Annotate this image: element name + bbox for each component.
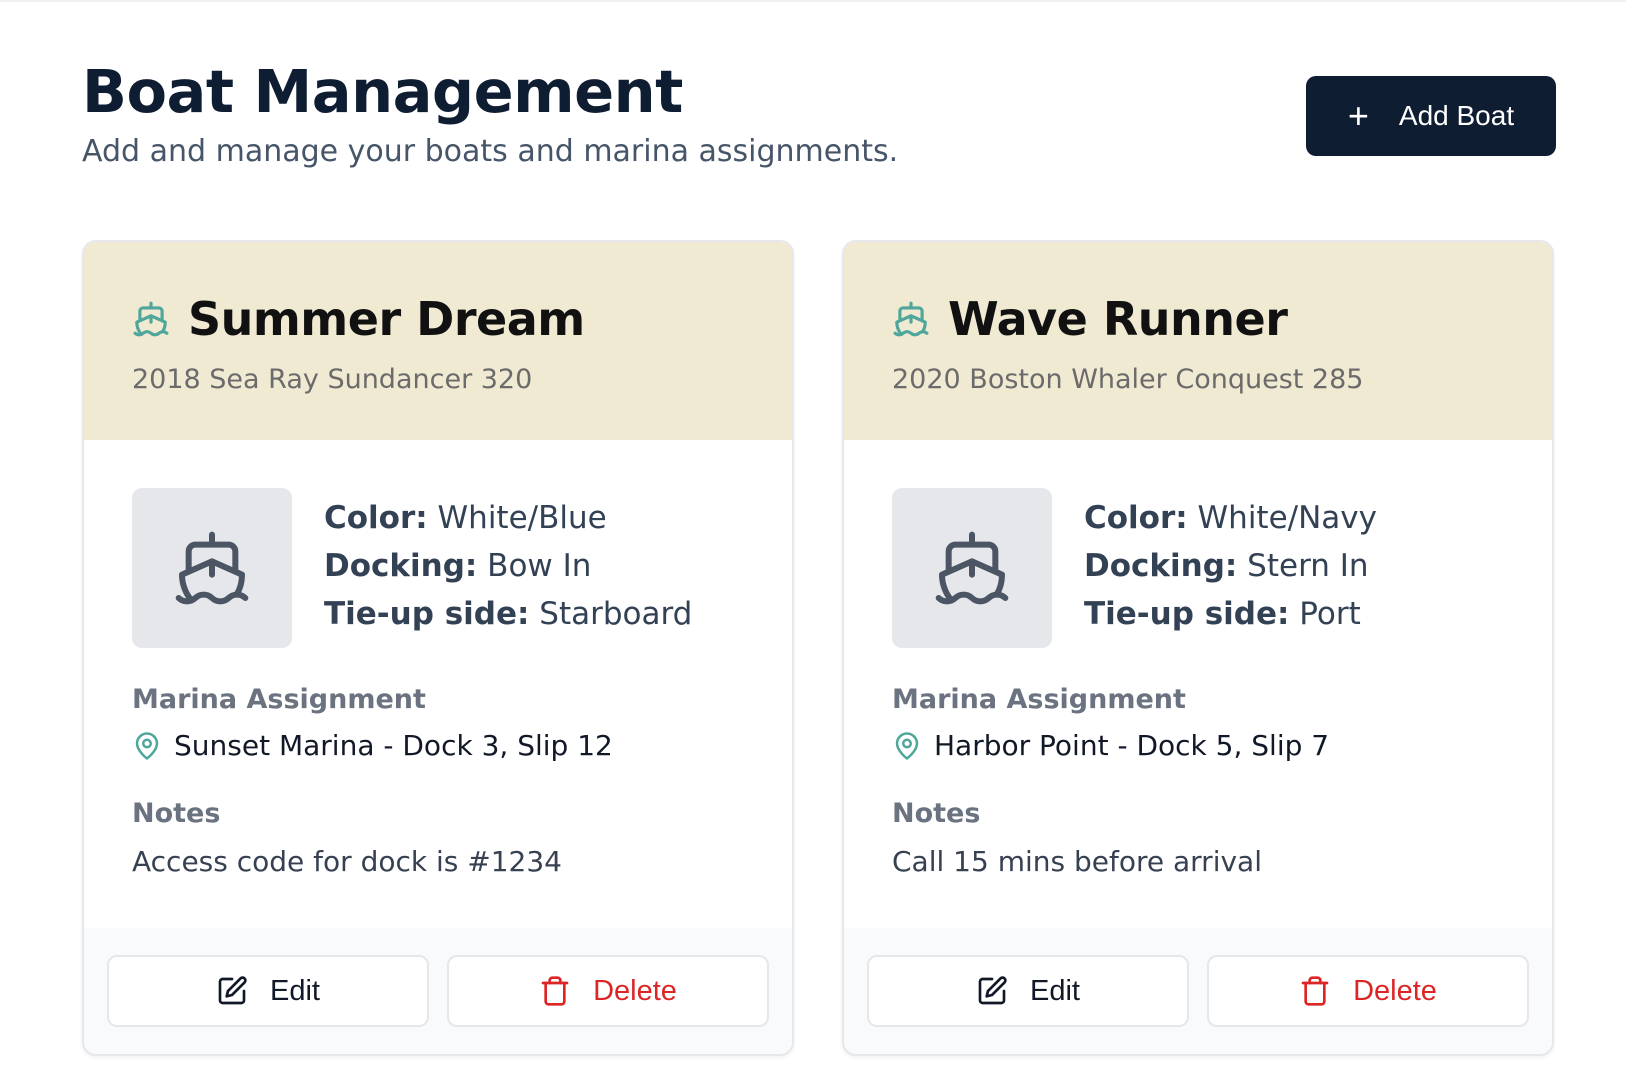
ship-icon bbox=[893, 301, 929, 337]
page-subtitle: Add and manage your boats and marina ass… bbox=[82, 134, 899, 169]
edit-icon bbox=[218, 976, 247, 1005]
spec-color: Color: White/Blue bbox=[324, 500, 607, 536]
boat-card-body: Color: White/Navy Docking: Stern In Tie-… bbox=[844, 440, 1552, 940]
ship-icon bbox=[175, 531, 249, 605]
notes-heading: Notes bbox=[132, 798, 221, 829]
spec-tieup: Tie-up side: Starboard bbox=[324, 596, 693, 632]
marina-assignment: Harbor Point - Dock 5, Slip 7 bbox=[892, 729, 1504, 762]
marina-assignment: Sunset Marina - Dock 3, Slip 12 bbox=[132, 729, 744, 762]
trash-icon bbox=[1301, 976, 1329, 1006]
page-header: Boat Management Add and manage your boat… bbox=[82, 52, 898, 172]
notes-text: Access code for dock is #1234 bbox=[132, 845, 562, 878]
boat-card-header: Wave Runner 2020 Boston Whaler Conquest … bbox=[844, 242, 1552, 440]
notes-heading: Notes bbox=[892, 798, 981, 829]
boat-card-actions: Edit Delete bbox=[844, 928, 1552, 1054]
spec-tieup: Tie-up side: Port bbox=[1084, 596, 1361, 632]
add-boat-button[interactable]: + Add Boat bbox=[1306, 76, 1556, 156]
boat-specs: Color: White/Navy Docking: Stern In Tie-… bbox=[1084, 488, 1377, 648]
boat-image-placeholder bbox=[892, 488, 1052, 648]
ship-icon bbox=[133, 301, 169, 337]
edit-button[interactable]: Edit bbox=[867, 955, 1189, 1027]
marina-assignment-heading: Marina Assignment bbox=[892, 684, 1186, 715]
plus-icon: + bbox=[1347, 95, 1369, 136]
trash-icon bbox=[541, 976, 569, 1006]
delete-button[interactable]: Delete bbox=[447, 955, 769, 1027]
boat-model: 2018 Sea Ray Sundancer 320 bbox=[132, 364, 533, 395]
spec-docking: Docking: Stern In bbox=[1084, 548, 1369, 584]
boat-model: 2020 Boston Whaler Conquest 285 bbox=[892, 364, 1364, 395]
boat-card-header: Summer Dream 2018 Sea Ray Sundancer 320 bbox=[84, 242, 792, 440]
map-pin-icon bbox=[895, 731, 919, 760]
marina-assignment-heading: Marina Assignment bbox=[132, 684, 426, 715]
boat-card: Summer Dream 2018 Sea Ray Sundancer 320 … bbox=[82, 240, 794, 1056]
boat-name: Wave Runner bbox=[948, 292, 1288, 346]
boat-image-placeholder bbox=[132, 488, 292, 648]
boat-name: Summer Dream bbox=[188, 292, 585, 346]
notes-text: Call 15 mins before arrival bbox=[892, 845, 1262, 878]
ship-icon bbox=[935, 531, 1009, 605]
boat-card: Wave Runner 2020 Boston Whaler Conquest … bbox=[842, 240, 1554, 1056]
page-title: Boat Management bbox=[82, 57, 683, 126]
edit-button[interactable]: Edit bbox=[107, 955, 429, 1027]
add-boat-label: Add Boat bbox=[1398, 100, 1515, 131]
delete-button[interactable]: Delete bbox=[1207, 955, 1529, 1027]
boat-card-actions: Edit Delete bbox=[84, 928, 792, 1054]
edit-icon bbox=[978, 976, 1007, 1005]
boat-card-body: Color: White/Blue Docking: Bow In Tie-up… bbox=[84, 440, 792, 940]
map-pin-icon bbox=[135, 731, 159, 760]
spec-color: Color: White/Navy bbox=[1084, 500, 1377, 536]
marina-location: Sunset Marina - Dock 3, Slip 12 bbox=[174, 729, 613, 762]
boat-specs: Color: White/Blue Docking: Bow In Tie-up… bbox=[324, 488, 692, 648]
marina-location: Harbor Point - Dock 5, Slip 7 bbox=[934, 729, 1330, 762]
boat-management-page: Boat Management Add and manage your boat… bbox=[0, 2, 1626, 1092]
spec-docking: Docking: Bow In bbox=[324, 548, 592, 584]
